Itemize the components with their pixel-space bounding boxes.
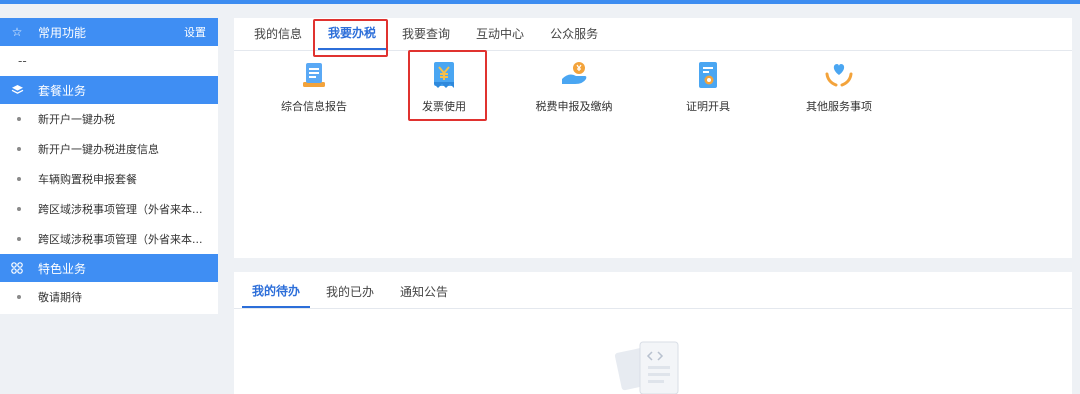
common-functions-header[interactable]: ☆ 常用功能 设置 [0, 18, 218, 46]
bullet-icon [17, 177, 21, 181]
service-invoice-use[interactable]: 发票使用 [384, 60, 504, 114]
layers-icon [10, 83, 24, 97]
sidebar-item-vehicle-tax[interactable]: 车辆购置税申报套餐 [0, 164, 218, 194]
package-business-header[interactable]: 套餐业务 [0, 76, 218, 104]
sidebar-item-label: 新开户一键办税进度信息 [38, 143, 159, 156]
settings-link[interactable]: 设置 [184, 24, 206, 40]
common-functions-placeholder: -- [18, 54, 27, 68]
special-business-header[interactable]: 特色业务 [0, 254, 218, 282]
empty-state-document-icon [608, 340, 688, 394]
sidebar-item-coming-soon[interactable]: 敬请期待 [0, 282, 218, 312]
package-business-title: 套餐业务 [38, 83, 87, 98]
service-other-matters[interactable]: 其他服务事项 [779, 60, 899, 114]
service-label: 证明开具 [686, 100, 730, 113]
bullet-icon [17, 147, 21, 151]
star-icon: ☆ [11, 25, 23, 39]
tab-divider [234, 50, 1072, 51]
tasks-panel: 我的待办 我的已办 通知公告 [234, 272, 1072, 394]
sidebar-item-label: 跨区域涉税事项管理（外省来本... [38, 233, 203, 246]
task-tab-divider [234, 308, 1072, 309]
sidebar-item-label: 新开户一键办税 [38, 113, 115, 126]
invoice-yuan-icon [429, 60, 459, 90]
main-tabs: 我的信息 我要办税 我要查询 互动中心 公众服务 [244, 18, 608, 50]
sidebar-item-cross-region-2[interactable]: 跨区域涉税事项管理（外省来本... [0, 224, 218, 254]
common-functions-title: 常用功能 [38, 25, 87, 40]
bullet-icon [17, 117, 21, 121]
tax-services-panel: 我的信息 我要办税 我要查询 互动中心 公众服务 综合信息报告 发票使用 税费申… [234, 18, 1072, 258]
grid-icon [10, 261, 24, 275]
bullet-icon [17, 295, 21, 299]
tab-my-todo[interactable]: 我的待办 [242, 276, 311, 308]
tax-payment-icon [559, 60, 589, 90]
tab-interaction-center[interactable]: 互动中心 [466, 18, 534, 50]
tab-handle-tax[interactable]: 我要办税 [318, 18, 387, 50]
service-label: 税费申报及缴纳 [535, 100, 613, 113]
sidebar-item-new-account[interactable]: 新开户一键办税 [0, 104, 218, 134]
sidebar: ☆ 常用功能 设置 -- 套餐业务 新开户一键办税 新开户一键办税进度信息 车辆… [0, 18, 218, 314]
tab-query[interactable]: 我要查询 [392, 18, 460, 50]
tab-my-info[interactable]: 我的信息 [244, 18, 312, 50]
bullet-icon [17, 237, 21, 241]
top-accent-bar [0, 0, 1080, 4]
sidebar-item-label: 车辆购置税申报套餐 [38, 173, 137, 186]
heart-hands-icon [824, 60, 854, 90]
task-tabs: 我的待办 我的已办 通知公告 [242, 276, 458, 308]
service-label: 发票使用 [422, 100, 466, 113]
sidebar-item-label: 跨区域涉税事项管理（外省来本... [38, 203, 203, 216]
tab-my-done[interactable]: 我的已办 [316, 276, 384, 308]
bullet-icon [17, 207, 21, 211]
sidebar-item-label: 敬请期待 [38, 291, 82, 304]
service-info-report[interactable]: 综合信息报告 [254, 60, 374, 114]
tab-public-service[interactable]: 公众服务 [540, 18, 608, 50]
tab-notices[interactable]: 通知公告 [390, 276, 458, 308]
sidebar-item-new-account-progress[interactable]: 新开户一键办税进度信息 [0, 134, 218, 164]
certificate-icon [693, 60, 723, 90]
report-icon [299, 60, 329, 90]
special-business-title: 特色业务 [38, 261, 87, 276]
service-label: 综合信息报告 [281, 100, 347, 113]
service-tax-declare-pay[interactable]: 税费申报及缴纳 [514, 60, 634, 114]
service-certificate[interactable]: 证明开具 [648, 60, 768, 114]
sidebar-item-cross-region-1[interactable]: 跨区域涉税事项管理（外省来本... [0, 194, 218, 224]
service-label: 其他服务事项 [806, 100, 872, 113]
